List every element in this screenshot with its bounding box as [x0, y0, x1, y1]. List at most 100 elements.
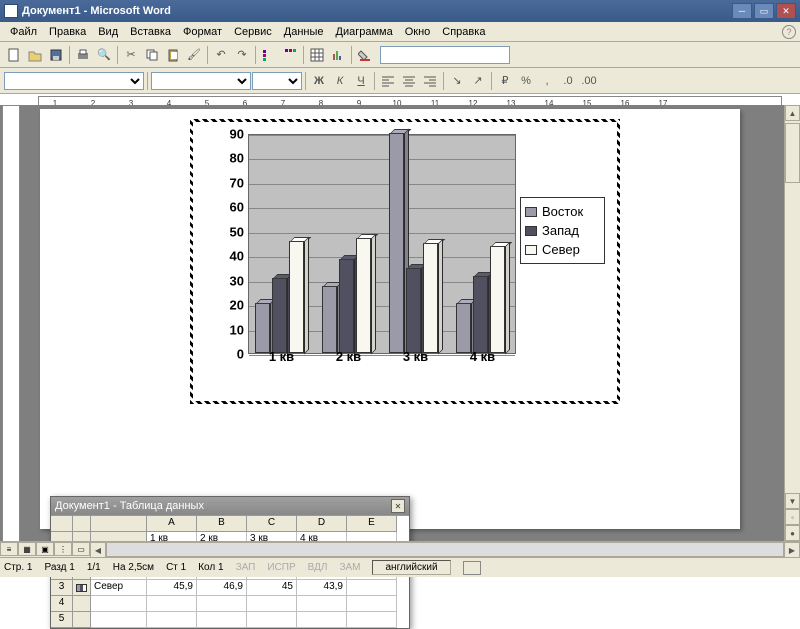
- col-header[interactable]: E: [347, 516, 397, 532]
- menu-tools[interactable]: Сервис: [228, 24, 278, 40]
- ruler-vertical[interactable]: [2, 105, 20, 557]
- underline-button[interactable]: Ч: [351, 71, 371, 91]
- bar-Восток[interactable]: [322, 286, 337, 353]
- legend-item-west: Запад: [525, 221, 600, 240]
- comma-button[interactable]: ,: [537, 71, 557, 91]
- percent-button[interactable]: %: [516, 71, 536, 91]
- data-table-button[interactable]: [307, 45, 327, 65]
- increase-decimal-button[interactable]: .00: [579, 71, 599, 91]
- angle-text-up-button[interactable]: ↗: [468, 71, 488, 91]
- italic-button[interactable]: К: [330, 71, 350, 91]
- maximize-button[interactable]: ▭: [754, 3, 774, 19]
- col-header[interactable]: A: [147, 516, 197, 532]
- new-button[interactable]: [4, 45, 24, 65]
- view-normal-button[interactable]: ≡: [0, 542, 18, 556]
- bar-Восток[interactable]: [255, 303, 270, 353]
- y-tick-label: 80: [230, 151, 244, 166]
- bold-button[interactable]: Ж: [309, 71, 329, 91]
- table-row[interactable]: 4: [51, 596, 409, 612]
- currency-button[interactable]: ₽: [495, 71, 515, 91]
- font-size-select[interactable]: [252, 72, 302, 90]
- undo-button[interactable]: ↶: [211, 45, 231, 65]
- status-mode-trk[interactable]: ИСПР: [267, 562, 295, 573]
- menu-help[interactable]: Справка: [436, 24, 491, 40]
- app-icon: [4, 4, 18, 18]
- scrollbar-horizontal[interactable]: ≡ ▦ ▣ ⋮ ▭ ◀ ▶: [0, 541, 800, 557]
- redo-button[interactable]: ↷: [232, 45, 252, 65]
- chart-toggle-button[interactable]: [328, 45, 348, 65]
- bar-Север[interactable]: [356, 238, 371, 353]
- prev-page-button[interactable]: ◦: [785, 509, 800, 525]
- bar-Север[interactable]: [490, 246, 505, 353]
- help-icon[interactable]: ?: [782, 25, 796, 39]
- status-mode-ext[interactable]: ВДЛ: [308, 562, 328, 573]
- scroll-left-button[interactable]: ◀: [90, 542, 106, 558]
- bar-Север[interactable]: [423, 243, 438, 353]
- menu-chart[interactable]: Диаграмма: [330, 24, 399, 40]
- col-header[interactable]: C: [247, 516, 297, 532]
- print-preview-button[interactable]: 🔍: [94, 45, 114, 65]
- format-painter-button[interactable]: 🖌: [184, 45, 204, 65]
- bar-Восток[interactable]: [456, 303, 471, 353]
- print-button[interactable]: [73, 45, 93, 65]
- menu-file[interactable]: Файл: [4, 24, 43, 40]
- col-header[interactable]: B: [197, 516, 247, 532]
- menu-edit[interactable]: Правка: [43, 24, 92, 40]
- align-center-button[interactable]: [399, 71, 419, 91]
- status-language[interactable]: английский: [372, 560, 450, 575]
- status-mode-rec[interactable]: ЗАП: [236, 562, 256, 573]
- chart-area-select[interactable]: [4, 72, 144, 90]
- scroll-up-button[interactable]: ▲: [785, 105, 800, 121]
- help-search-input[interactable]: [380, 46, 510, 64]
- browse-object-button[interactable]: ●: [785, 525, 800, 541]
- spellcheck-icon[interactable]: [463, 561, 481, 575]
- view-outline-button[interactable]: ⋮: [54, 542, 72, 556]
- cut-button[interactable]: ✂: [121, 45, 141, 65]
- chart-by-col-button[interactable]: [280, 45, 300, 65]
- bar-Запад[interactable]: [406, 268, 421, 353]
- toolbar-standard: 🔍 ✂ 🖌 ↶ ↷: [0, 42, 800, 68]
- menu-insert[interactable]: Вставка: [124, 24, 177, 40]
- data-sheet-close-button[interactable]: ✕: [391, 499, 405, 513]
- scroll-right-button[interactable]: ▶: [784, 542, 800, 558]
- table-row[interactable]: 3Север45,946,94543,9: [51, 580, 409, 596]
- scrollbar-vertical[interactable]: ▲ ▼ ◦ ● ◦: [784, 105, 800, 557]
- legend-label: Запад: [542, 223, 579, 238]
- open-button[interactable]: [25, 45, 45, 65]
- paste-button[interactable]: [163, 45, 183, 65]
- save-button[interactable]: [46, 45, 66, 65]
- align-left-button[interactable]: [378, 71, 398, 91]
- chart-object[interactable]: 0102030405060708090 1 кв2 кв3 кв4 кв Вос…: [190, 119, 620, 404]
- close-button[interactable]: ✕: [776, 3, 796, 19]
- bar-Запад[interactable]: [473, 276, 488, 353]
- view-reading-button[interactable]: ▭: [72, 542, 90, 556]
- view-web-button[interactable]: ▦: [18, 542, 36, 556]
- bar-Восток[interactable]: [389, 133, 404, 353]
- chart-plot-area[interactable]: [248, 134, 516, 354]
- font-name-select[interactable]: [151, 72, 251, 90]
- decrease-decimal-button[interactable]: .0: [558, 71, 578, 91]
- bar-Север[interactable]: [289, 241, 304, 353]
- align-right-button[interactable]: [420, 71, 440, 91]
- chart-legend[interactable]: Восток Запад Север: [520, 197, 605, 264]
- data-sheet-titlebar[interactable]: Документ1 - Таблица данных ✕: [51, 497, 409, 515]
- bar-Запад[interactable]: [272, 278, 287, 353]
- minimize-button[interactable]: ─: [732, 3, 752, 19]
- menu-format[interactable]: Формат: [177, 24, 228, 40]
- bar-Запад[interactable]: [339, 259, 354, 353]
- menu-view[interactable]: Вид: [92, 24, 124, 40]
- status-mode-ovr[interactable]: ЗАМ: [339, 562, 360, 573]
- statusbar: Стр. 1 Разд 1 1/1 На 2,5см Ст 1 Кол 1 ЗА…: [0, 557, 800, 577]
- view-print-button[interactable]: ▣: [36, 542, 54, 556]
- angle-text-down-button[interactable]: ↘: [447, 71, 467, 91]
- col-header[interactable]: D: [297, 516, 347, 532]
- chart-by-row-button[interactable]: [259, 45, 279, 65]
- table-row[interactable]: 5: [51, 612, 409, 628]
- fill-color-button[interactable]: [355, 45, 375, 65]
- scroll-thumb[interactable]: [785, 123, 800, 183]
- menu-data[interactable]: Данные: [278, 24, 330, 40]
- copy-button[interactable]: [142, 45, 162, 65]
- menu-window[interactable]: Окно: [399, 24, 437, 40]
- scroll-down-button[interactable]: ▼: [785, 493, 800, 509]
- y-tick-label: 30: [230, 273, 244, 288]
